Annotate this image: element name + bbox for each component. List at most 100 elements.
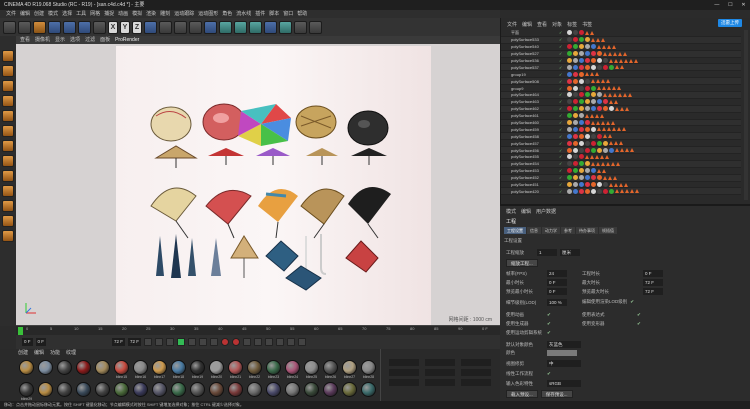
- material-tag-icon[interactable]: [573, 92, 578, 98]
- object-name[interactable]: polySurface536: [501, 58, 559, 63]
- object-name[interactable]: 平面: [501, 30, 559, 36]
- material-tag-icon[interactable]: [567, 168, 572, 174]
- object-row[interactable]: polySurface460 ✓: [501, 119, 741, 127]
- phong-tag-icon[interactable]: [608, 51, 612, 56]
- material-tag-icon[interactable]: [585, 188, 590, 194]
- x-axis-lock-button[interactable]: X: [108, 20, 118, 34]
- material-tag-icon[interactable]: [567, 147, 572, 153]
- object-name[interactable]: polySurface533: [501, 37, 559, 42]
- pen-button[interactable]: [219, 20, 232, 34]
- rotation-key-button[interactable]: [276, 338, 285, 346]
- material-tag-icon[interactable]: [603, 58, 608, 63]
- umbrella-plaid-flat[interactable]: [306, 148, 338, 165]
- material-swatch[interactable]: [341, 382, 358, 402]
- material-tag-icon[interactable]: [567, 133, 572, 139]
- phong-tag-icon[interactable]: [625, 106, 629, 111]
- material-swatch[interactable]: [37, 360, 54, 380]
- material-tag-icon[interactable]: [573, 71, 578, 77]
- material-swatch[interactable]: [56, 382, 73, 402]
- material-tag-icon[interactable]: [591, 126, 596, 132]
- visibility-check-icon[interactable]: ✓: [559, 30, 567, 35]
- object-name[interactable]: polySurface461: [501, 113, 559, 118]
- material-tag-icon[interactable]: [579, 64, 584, 70]
- material-tag-icon[interactable]: [609, 188, 614, 194]
- umbrella-red-side[interactable]: [205, 189, 252, 239]
- phong-tag-icon[interactable]: [601, 79, 605, 84]
- phong-tag-icon[interactable]: [595, 113, 599, 118]
- material-tag-icon[interactable]: [567, 126, 572, 132]
- object-name[interactable]: polySurface420: [501, 189, 559, 194]
- prev-key-button[interactable]: [155, 338, 164, 346]
- object-row[interactable]: polySurface463 ✓: [501, 99, 741, 106]
- material-tag-icon[interactable]: [573, 182, 578, 188]
- material-swatch[interactable]: blinn16: [132, 360, 149, 380]
- visibility-check-icon[interactable]: ✓: [559, 58, 567, 63]
- phong-tag-icon[interactable]: [603, 51, 607, 56]
- live-select-button[interactable]: [33, 20, 46, 34]
- material-tag-icon[interactable]: [585, 78, 590, 84]
- phong-tag-icon[interactable]: [590, 113, 594, 118]
- phong-tag-icon[interactable]: [615, 65, 619, 70]
- material-tag-icon[interactable]: [603, 106, 608, 112]
- phong-tag-icon[interactable]: [618, 51, 622, 56]
- phong-tag-icon[interactable]: [600, 113, 604, 118]
- umbrella-closed-blue[interactable]: [156, 234, 196, 278]
- phong-tag-icon[interactable]: [585, 30, 589, 35]
- menu-item[interactable]: 雕刻: [160, 10, 170, 18]
- go-to-start-button[interactable]: [144, 338, 153, 346]
- material-tag-icon[interactable]: [573, 120, 578, 126]
- texture-mode-button[interactable]: [2, 80, 14, 92]
- material-tag-icon[interactable]: [579, 71, 584, 77]
- light-button[interactable]: [309, 20, 322, 34]
- render-picture-viewer-button[interactable]: [174, 20, 187, 34]
- material-swatch[interactable]: blinn26: [322, 360, 339, 380]
- material-tag-icon[interactable]: [567, 99, 572, 105]
- polygons-mode-button[interactable]: [2, 140, 14, 152]
- object-name[interactable]: polySurface508: [501, 79, 559, 84]
- material-menu-item[interactable]: 创建: [18, 349, 28, 357]
- phong-tag-icon[interactable]: [601, 161, 605, 166]
- timeline[interactable]: 0 5 10 15 20 25 30 35 40 45 50 55 60 65 …: [16, 325, 500, 335]
- material-tag-icon[interactable]: [597, 92, 602, 98]
- phong-tag-icon[interactable]: [624, 182, 628, 187]
- viewport-menu-item[interactable]: 面板: [100, 36, 110, 44]
- material-tag-icon[interactable]: [567, 78, 572, 84]
- material-swatch[interactable]: [132, 382, 149, 402]
- linear-workflow-checkbox[interactable]: ✔: [547, 371, 551, 377]
- preview-max-value[interactable]: 72 F: [643, 288, 663, 295]
- material-tag-icon[interactable]: [573, 30, 578, 36]
- scale-value[interactable]: 1: [537, 249, 557, 256]
- phong-tag-icon[interactable]: [601, 37, 605, 42]
- object-menu-item[interactable]: 标签: [567, 21, 577, 28]
- phong-tag-icon[interactable]: [603, 175, 607, 180]
- menu-item[interactable]: 运动跟踪: [174, 10, 194, 18]
- material-tag-icon[interactable]: [573, 126, 578, 132]
- umbrella-black-flat[interactable]: [351, 148, 387, 165]
- phong-tag-icon[interactable]: [614, 58, 618, 63]
- material-tag-icon[interactable]: [567, 51, 572, 57]
- phong-tag-icon[interactable]: [611, 161, 615, 166]
- material-swatch[interactable]: [18, 360, 35, 380]
- material-tag-icon[interactable]: [597, 175, 602, 181]
- visibility-check-icon[interactable]: ✓: [559, 134, 567, 139]
- visibility-check-icon[interactable]: ✓: [559, 154, 567, 159]
- tab-info[interactable]: 信息: [527, 227, 541, 234]
- phong-tag-icon[interactable]: [615, 189, 619, 194]
- material-tag-icon[interactable]: [579, 140, 584, 146]
- phong-tag-icon[interactable]: [630, 148, 634, 153]
- subdivision-button[interactable]: [234, 20, 247, 34]
- material-tag-icon[interactable]: [597, 106, 602, 112]
- material-tag-icon[interactable]: [573, 78, 578, 84]
- material-tag-icon[interactable]: [585, 168, 590, 174]
- visibility-check-icon[interactable]: ✓: [559, 168, 567, 173]
- material-tag-icon[interactable]: [573, 140, 578, 146]
- floor-button[interactable]: [279, 20, 292, 34]
- phong-tag-icon[interactable]: [635, 189, 639, 194]
- umbrella-blue-collapsed-2[interactable]: [285, 265, 322, 291]
- material-swatch[interactable]: blinn25: [303, 360, 320, 380]
- render-settings-button[interactable]: [189, 20, 202, 34]
- y-axis-lock-button[interactable]: Y: [120, 20, 130, 34]
- phong-tag-icon[interactable]: [595, 154, 599, 159]
- material-tag-icon[interactable]: [585, 175, 590, 181]
- umbrella-black-side[interactable]: [348, 186, 391, 239]
